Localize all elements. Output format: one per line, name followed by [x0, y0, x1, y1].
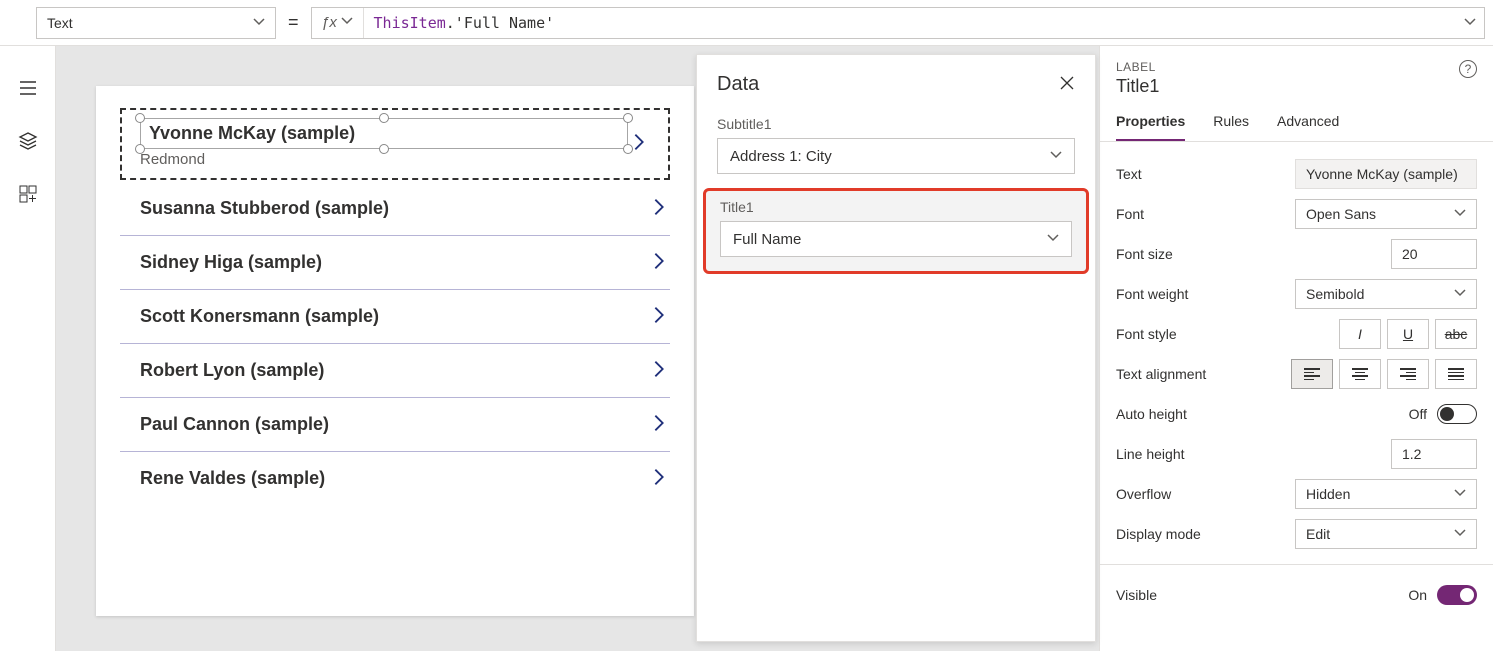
- chevron-right-icon[interactable]: [648, 250, 670, 275]
- formula-expand-icon[interactable]: [1456, 15, 1484, 31]
- chevron-right-icon[interactable]: [648, 412, 670, 437]
- equals-sign: =: [284, 12, 303, 33]
- gallery-item[interactable]: Sidney Higa (sample): [120, 236, 670, 290]
- formula-property-label: Text: [47, 15, 73, 31]
- prop-label-visible: Visible: [1116, 587, 1157, 603]
- gallery-item-selected[interactable]: Yvonne McKay (sample) Redmond: [120, 108, 670, 180]
- chevron-right-icon[interactable]: [648, 466, 670, 491]
- properties-tabs: Properties Rules Advanced: [1100, 97, 1493, 142]
- gallery-item[interactable]: Robert Lyon (sample): [120, 344, 670, 398]
- chevron-right-icon[interactable]: [648, 304, 670, 329]
- chevron-down-icon: [341, 14, 353, 31]
- close-icon[interactable]: [1059, 75, 1075, 94]
- layers-icon[interactable]: [18, 131, 38, 156]
- help-icon[interactable]: ?: [1459, 60, 1477, 78]
- tab-rules[interactable]: Rules: [1213, 113, 1249, 141]
- resize-handle[interactable]: [379, 113, 389, 123]
- displaymode-select[interactable]: Edit: [1295, 519, 1477, 549]
- apps-icon[interactable]: [18, 184, 38, 209]
- chevron-right-icon[interactable]: [648, 358, 670, 383]
- fx-icon[interactable]: ƒx: [312, 8, 364, 38]
- gallery-item[interactable]: Susanna Stubberod (sample): [120, 182, 670, 236]
- title-label-selected[interactable]: Yvonne McKay (sample): [140, 118, 628, 149]
- chevron-down-icon: [1047, 231, 1059, 248]
- fontsize-input[interactable]: 20: [1391, 239, 1477, 269]
- visible-state: On: [1408, 587, 1427, 603]
- gallery-item[interactable]: Rene Valdes (sample): [120, 452, 670, 505]
- control-type-label: LABEL: [1116, 60, 1159, 74]
- formula-bar: Text = ƒx ThisItem.'Full Name': [0, 0, 1493, 46]
- gallery-item-title: Scott Konersmann (sample): [140, 306, 379, 327]
- visible-toggle[interactable]: [1437, 585, 1477, 605]
- title-binding-group-highlighted: Title1 Full Name: [703, 188, 1089, 274]
- align-center-button[interactable]: [1339, 359, 1381, 389]
- data-pane-title: Data: [717, 73, 759, 96]
- control-name-label: Title1: [1116, 76, 1159, 97]
- chevron-down-icon: [253, 15, 265, 31]
- prop-label-font: Font: [1116, 206, 1144, 222]
- prop-label-align: Text alignment: [1116, 366, 1206, 382]
- lineheight-input[interactable]: 1.2: [1391, 439, 1477, 469]
- properties-pane: LABEL Title1 ? Properties Rules Advanced…: [1099, 46, 1493, 651]
- chevron-down-icon: [1454, 286, 1466, 302]
- formula-property-select[interactable]: Text: [36, 7, 276, 39]
- prop-label-autoheight: Auto height: [1116, 406, 1187, 422]
- resize-handle[interactable]: [623, 113, 633, 123]
- font-select[interactable]: Open Sans: [1295, 199, 1477, 229]
- align-left-button[interactable]: [1291, 359, 1333, 389]
- autoheight-state: Off: [1409, 406, 1427, 422]
- text-value-field[interactable]: Yvonne McKay (sample): [1295, 159, 1477, 189]
- left-rail: [0, 46, 56, 651]
- resize-handle[interactable]: [135, 144, 145, 154]
- chevron-down-icon: [1050, 148, 1062, 165]
- resize-handle[interactable]: [135, 113, 145, 123]
- data-field-label: Subtitle1: [717, 116, 1075, 132]
- data-field-label: Title1: [720, 199, 1072, 215]
- gallery-item-title: Robert Lyon (sample): [140, 360, 324, 381]
- app-screen[interactable]: Yvonne McKay (sample) Redmond Susanna St…: [96, 86, 694, 616]
- overflow-select[interactable]: Hidden: [1295, 479, 1477, 509]
- resize-handle[interactable]: [379, 144, 389, 154]
- italic-button[interactable]: I: [1339, 319, 1381, 349]
- prop-label-overflow: Overflow: [1116, 486, 1171, 502]
- title-binding-select[interactable]: Full Name: [720, 221, 1072, 257]
- prop-label-lineheight: Line height: [1116, 446, 1185, 462]
- data-pane: Data Subtitle1 Address 1: City Title1 Fu…: [696, 54, 1096, 642]
- gallery-item-title: Paul Cannon (sample): [140, 414, 329, 435]
- underline-button[interactable]: U: [1387, 319, 1429, 349]
- formula-input-container: ƒx ThisItem.'Full Name': [311, 7, 1485, 39]
- fontweight-select[interactable]: Semibold: [1295, 279, 1477, 309]
- canvas-area: Yvonne McKay (sample) Redmond Susanna St…: [56, 46, 1099, 651]
- prop-label-displaymode: Display mode: [1116, 526, 1201, 542]
- autoheight-toggle[interactable]: [1437, 404, 1477, 424]
- tab-properties[interactable]: Properties: [1116, 113, 1185, 141]
- chevron-down-icon: [1454, 206, 1466, 222]
- tab-advanced[interactable]: Advanced: [1277, 113, 1339, 141]
- resize-handle[interactable]: [623, 144, 633, 154]
- align-justify-button[interactable]: [1435, 359, 1477, 389]
- gallery-item[interactable]: Paul Cannon (sample): [120, 398, 670, 452]
- formula-input[interactable]: ThisItem.'Full Name': [364, 14, 1456, 32]
- subtitle-binding-select[interactable]: Address 1: City: [717, 138, 1075, 174]
- prop-label-fontsize: Font size: [1116, 246, 1173, 262]
- prop-label-fontweight: Font weight: [1116, 286, 1188, 302]
- gallery-item-title: Yvonne McKay (sample): [149, 123, 619, 144]
- separator: [1100, 564, 1493, 565]
- chevron-right-icon[interactable]: [648, 196, 670, 221]
- chevron-down-icon: [1454, 526, 1466, 542]
- strikethrough-button[interactable]: abc: [1435, 319, 1477, 349]
- gallery-item-title: Susanna Stubberod (sample): [140, 198, 389, 219]
- align-right-button[interactable]: [1387, 359, 1429, 389]
- gallery-item-title: Sidney Higa (sample): [140, 252, 322, 273]
- prop-label-text: Text: [1116, 166, 1142, 182]
- gallery-item-title: Rene Valdes (sample): [140, 468, 325, 489]
- gallery-item[interactable]: Scott Konersmann (sample): [120, 290, 670, 344]
- prop-label-fontstyle: Font style: [1116, 326, 1177, 342]
- chevron-down-icon: [1454, 486, 1466, 502]
- hamburger-icon[interactable]: [18, 78, 38, 103]
